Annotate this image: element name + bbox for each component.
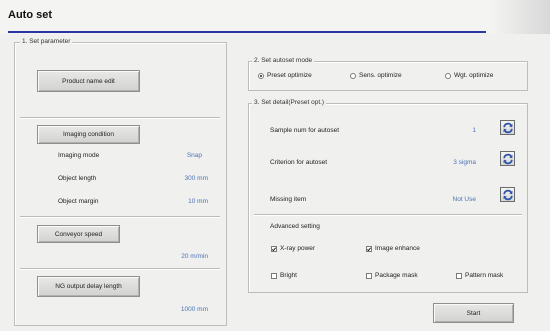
radio-indicator [445, 72, 451, 79]
product-name-edit-button[interactable]: Product name edit [37, 70, 140, 92]
sample-num-label: Sample num for autoset [270, 127, 340, 134]
missing-item-label: Missing item [270, 196, 307, 203]
refresh-icon [502, 189, 513, 200]
checkbox-xray-power[interactable]: X-ray power [271, 245, 315, 252]
sample-num-value: 1 [472, 127, 476, 134]
imaging-mode-label: Imaging mode [58, 152, 100, 159]
window-title: Auto set [8, 9, 52, 21]
ng-output-delay-button[interactable]: NG output delay length [37, 276, 140, 297]
title-bar-shade [490, 0, 550, 34]
checkbox-indicator [456, 272, 462, 279]
divider [20, 268, 220, 269]
criterion-refresh-button[interactable] [500, 151, 515, 166]
checkbox-bright[interactable]: Bright [271, 272, 297, 279]
checkbox-package-mask[interactable]: Package mask [366, 272, 418, 279]
missing-item-refresh-button[interactable] [500, 187, 515, 202]
divider [20, 117, 220, 118]
radio-indicator [350, 72, 356, 79]
missing-item-value: Not Use [452, 196, 476, 203]
radio-label: Wgt. optimize [454, 72, 494, 79]
ng-output-delay-value: 1000 mm [180, 306, 208, 313]
start-button[interactable]: Start [433, 303, 514, 323]
imaging-mode-value: Snap [186, 152, 202, 159]
divider [254, 214, 522, 215]
set-detail-label: 3. Set detail(Preset opt.) [252, 99, 327, 106]
conveyor-speed-value: 20 m/min [181, 253, 208, 260]
checkbox-indicator [271, 245, 277, 252]
checkbox-indicator [366, 272, 372, 279]
checkbox-indicator [366, 245, 372, 252]
object-length-label: Object length [58, 175, 97, 182]
divider [20, 216, 220, 217]
checkbox-label: Image enhance [375, 245, 420, 252]
checkbox-label: Package mask [375, 272, 418, 279]
object-margin-label: Object margin [58, 198, 99, 205]
criterion-value: 3 sigma [453, 159, 476, 166]
checkbox-indicator [271, 272, 277, 279]
radio-label: Preset optimize [267, 72, 312, 79]
refresh-icon [502, 122, 513, 133]
checkbox-image-enhance[interactable]: Image enhance [366, 245, 420, 252]
object-margin-value: 10 mm [188, 198, 208, 205]
radio-indicator [258, 72, 264, 79]
sample-num-refresh-button[interactable] [500, 120, 515, 135]
advanced-setting-label: Advanced setting [270, 223, 320, 230]
radio-sens-optimize[interactable]: Sens. optimize [350, 72, 402, 79]
checkbox-label: X-ray power [280, 245, 316, 252]
title-underline [8, 31, 486, 33]
refresh-icon [502, 153, 513, 164]
radio-label: Sens. optimize [359, 72, 402, 79]
imaging-condition-button[interactable]: Imaging condition [37, 125, 140, 144]
object-length-value: 300 mm [184, 175, 208, 182]
radio-wgt-optimize[interactable]: Wgt. optimize [445, 72, 493, 79]
autoset-mode-label: 2. Set autoset mode [252, 57, 315, 64]
title-bar: Auto set [0, 0, 550, 34]
checkbox-label: Bright [280, 272, 297, 279]
checkbox-label: Pattern mask [465, 272, 504, 279]
criterion-label: Criterion for autoset [270, 159, 328, 166]
conveyor-speed-button[interactable]: Conveyor speed [37, 225, 120, 243]
set-parameter-label: 1. Set parameter [20, 38, 73, 45]
checkbox-pattern-mask[interactable]: Pattern mask [456, 272, 503, 279]
radio-preset-optimize[interactable]: Preset optimize [258, 72, 312, 79]
